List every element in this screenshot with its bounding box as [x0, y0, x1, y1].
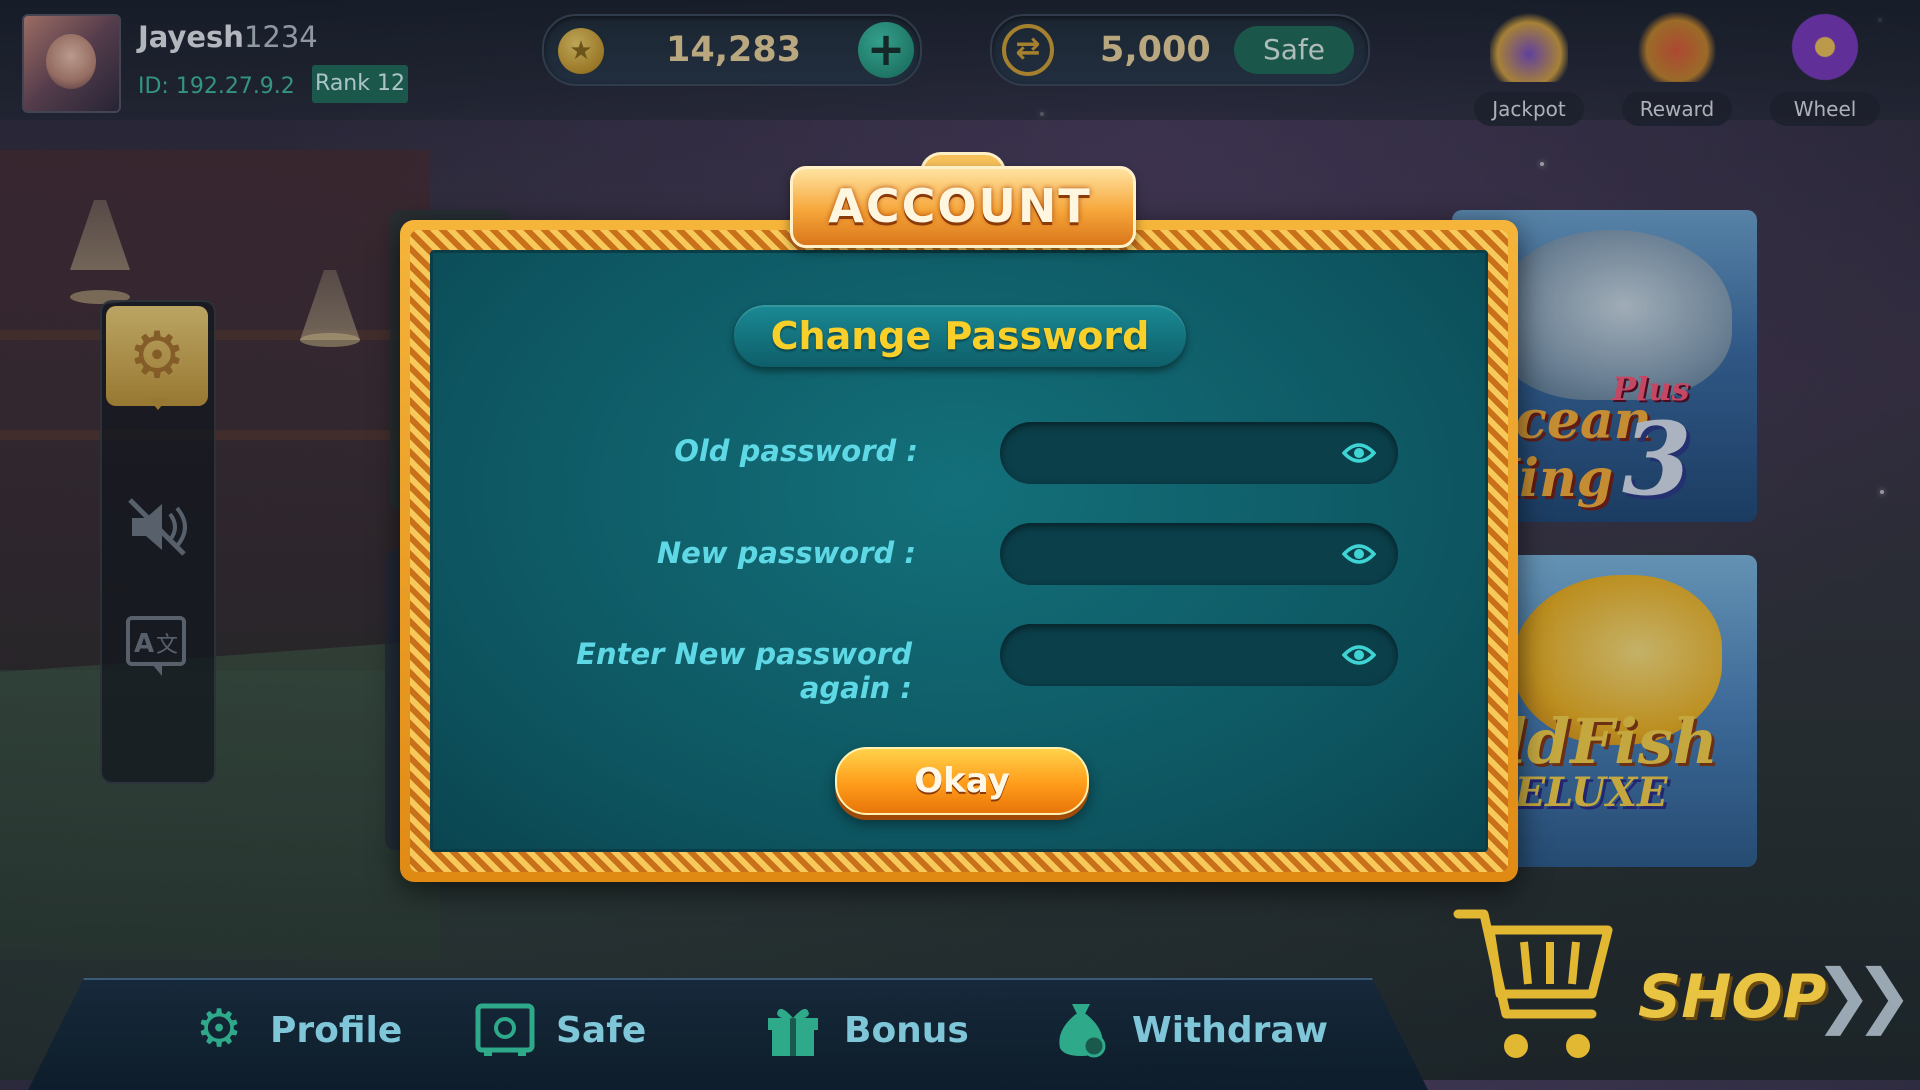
- okay-label: Okay: [914, 761, 1010, 801]
- modal-title-banner: ACCOUNT: [790, 152, 1136, 252]
- nav-withdraw[interactable]: Withdraw: [1050, 998, 1330, 1068]
- nav-label: Withdraw: [1132, 1010, 1328, 1051]
- shop-button[interactable]: SHOP ❯❯: [1450, 900, 1913, 1070]
- old-password-label: Old password :: [674, 434, 918, 468]
- section-title: Change Password: [770, 314, 1150, 358]
- new-password-field[interactable]: [1000, 523, 1398, 587]
- shopping-cart-icon: [1453, 909, 1613, 1058]
- gift-icon: [762, 998, 824, 1060]
- section-header: Change Password: [734, 305, 1186, 367]
- modal-title: ACCOUNT: [828, 179, 1092, 233]
- eye-icon[interactable]: [1342, 641, 1376, 669]
- nav-bonus[interactable]: Bonus: [762, 998, 1002, 1068]
- nav-safe[interactable]: Safe: [474, 998, 674, 1068]
- safe-icon: [474, 998, 536, 1060]
- shop-label: SHOP: [1638, 962, 1827, 1032]
- nav-profile[interactable]: ⚙ Profile: [188, 998, 428, 1068]
- old-password-input[interactable]: [1024, 422, 1328, 486]
- double-chevron-right-icon: ❯❯: [1814, 954, 1913, 1036]
- profile-gear-icon: ⚙: [195, 999, 243, 1059]
- new-password-label: New password :: [656, 536, 916, 570]
- confirm-password-label: Enter New password again :: [576, 637, 912, 705]
- okay-button[interactable]: Okay: [835, 747, 1089, 815]
- eye-icon[interactable]: [1342, 540, 1376, 568]
- confirm-password-field[interactable]: [1000, 624, 1398, 688]
- nav-label: Profile: [270, 1010, 403, 1051]
- confirm-password-input[interactable]: [1024, 624, 1328, 688]
- nav-label: Bonus: [844, 1010, 969, 1051]
- eye-icon[interactable]: [1342, 439, 1376, 467]
- money-bag-icon: [1050, 998, 1112, 1060]
- nav-label: Safe: [556, 1010, 647, 1051]
- new-password-input[interactable]: [1024, 523, 1328, 587]
- old-password-field[interactable]: [1000, 422, 1398, 486]
